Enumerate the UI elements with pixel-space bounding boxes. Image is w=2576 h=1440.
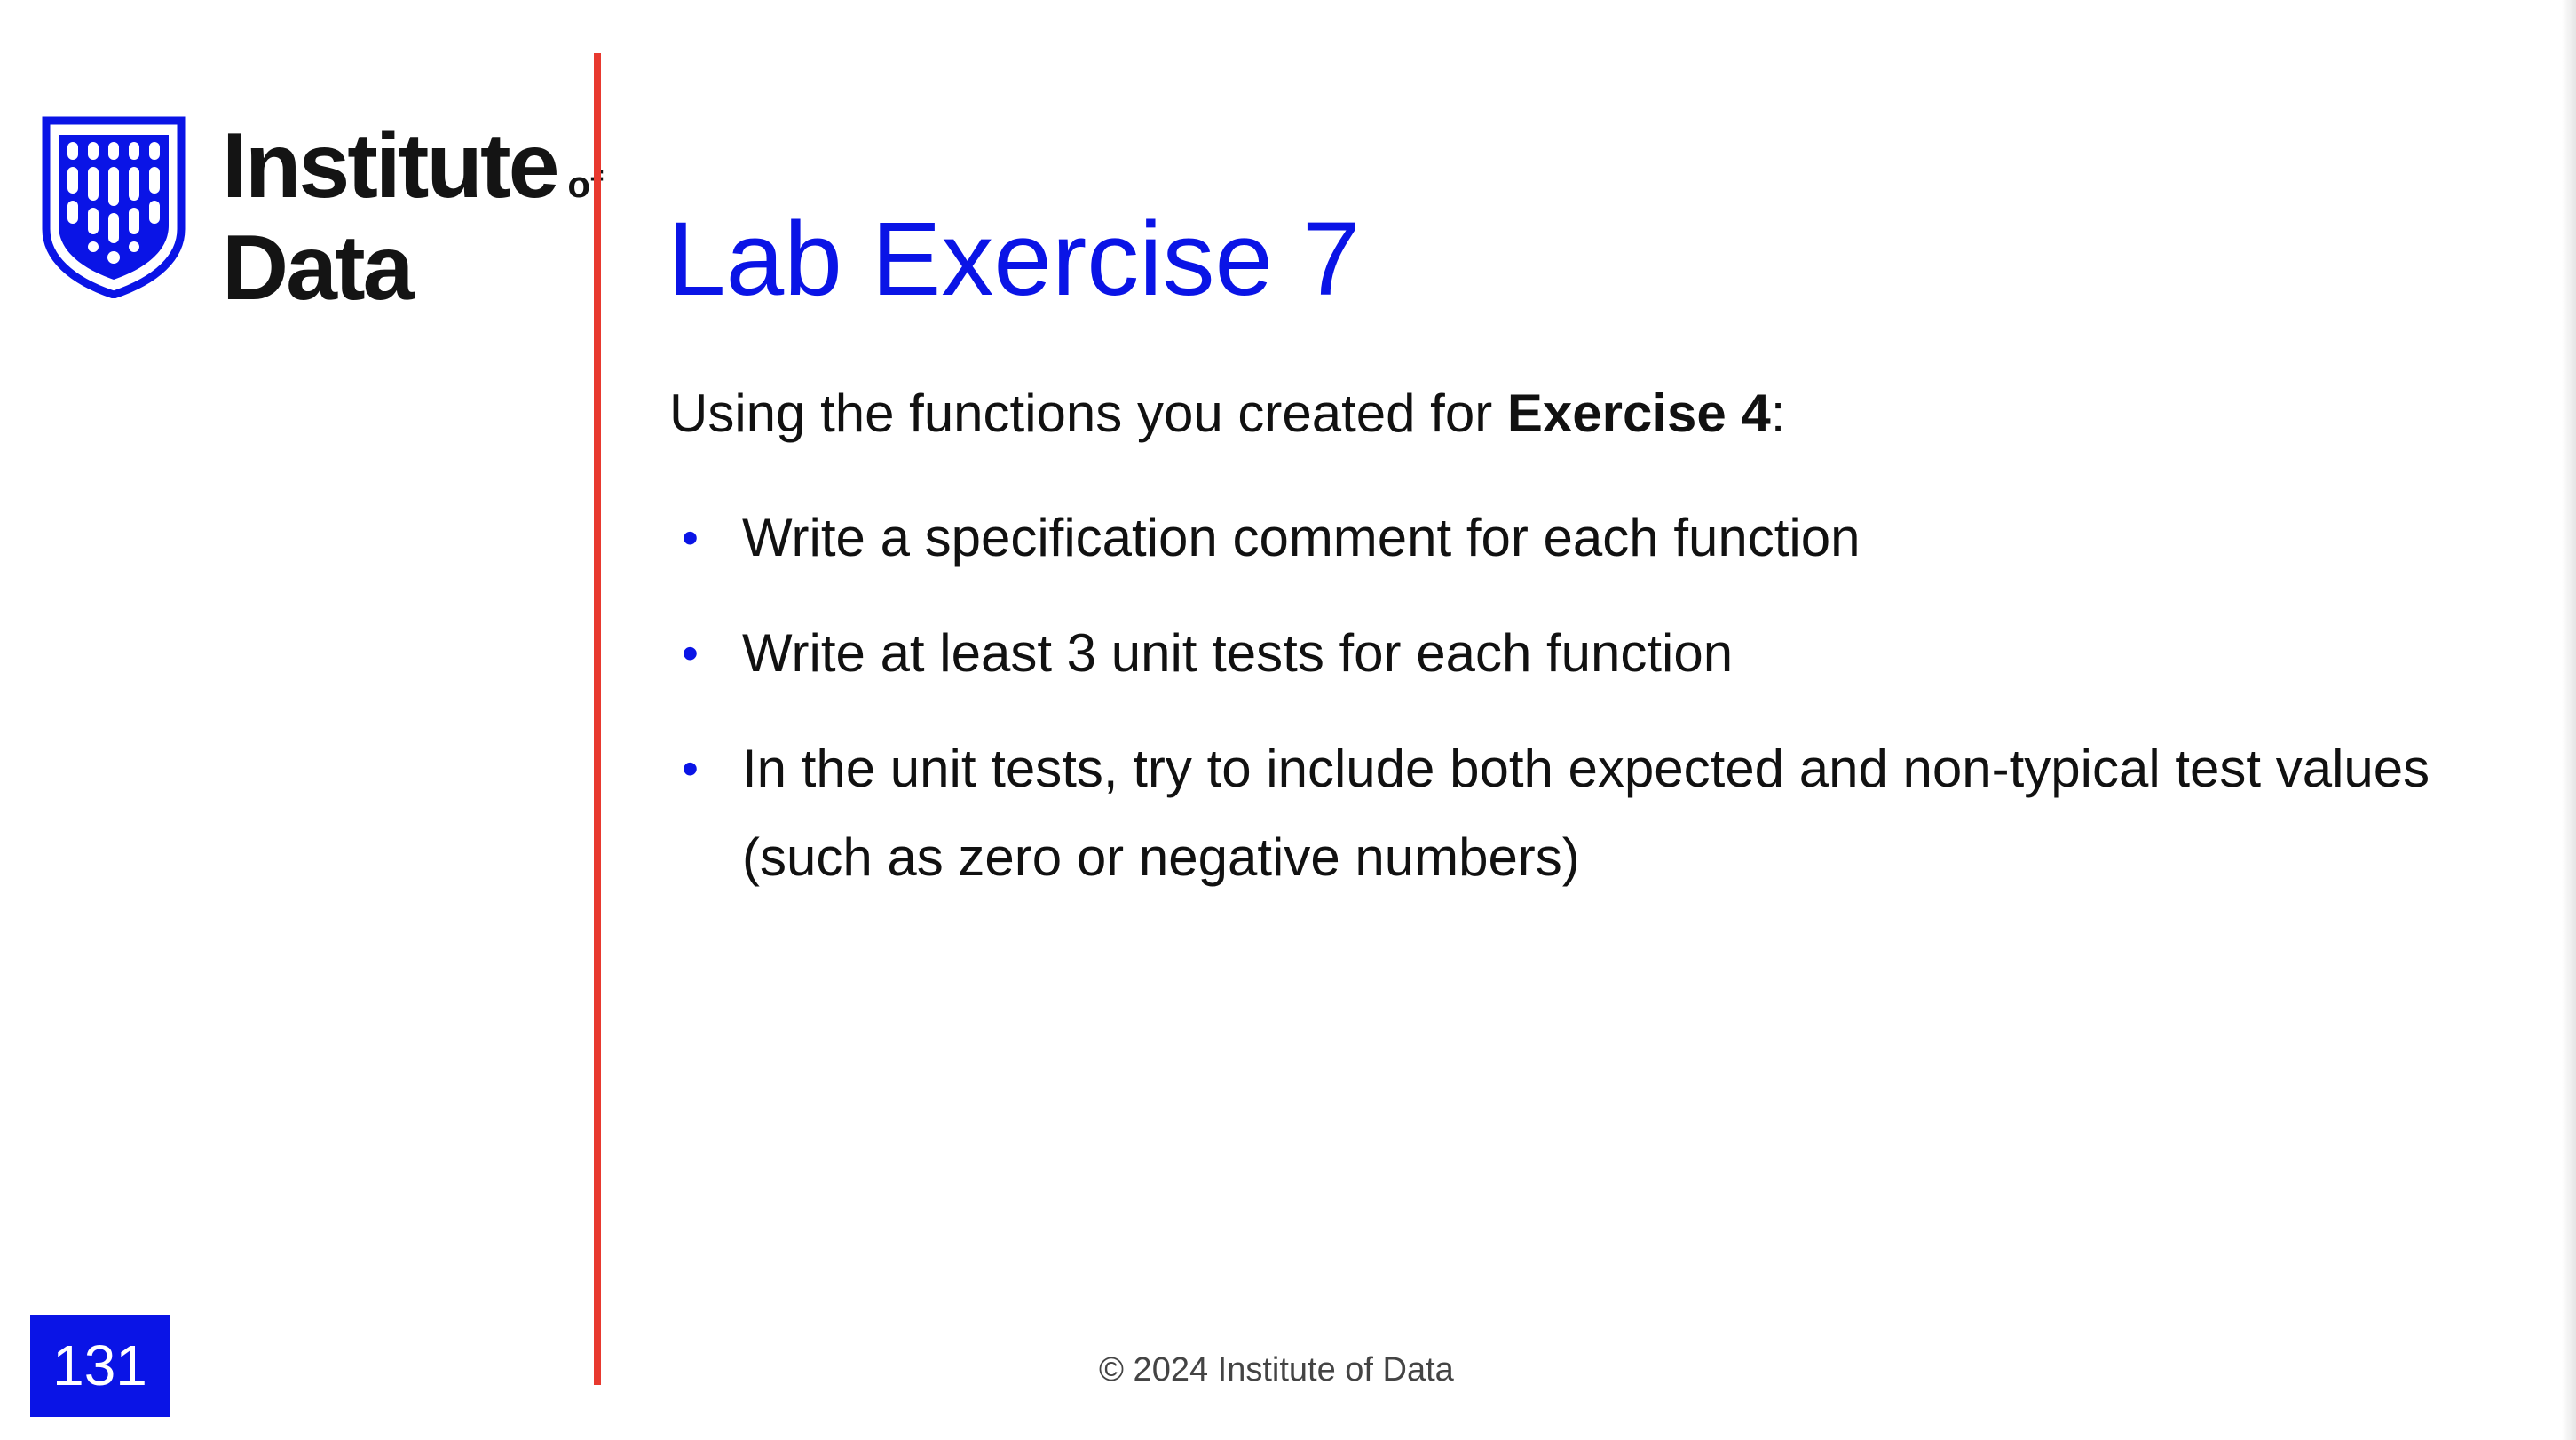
logo-line-1: Institute of	[222, 120, 603, 226]
intro-bold: Exercise 4	[1506, 384, 1771, 443]
logo-word-institute: Institute	[222, 115, 559, 218]
bullet-item: • In the unit tests, try to include both…	[669, 724, 2498, 902]
slide-number-badge: 131	[30, 1315, 170, 1417]
intro-text: Using the functions you created for Exer…	[669, 378, 1785, 449]
logo-wordmark: Institute of Data	[222, 120, 603, 320]
intro-prefix: Using the functions you created for	[669, 384, 1507, 443]
bullet-list: • Write a specification comment for each…	[669, 494, 2498, 929]
slide-edge-shadow	[2562, 0, 2576, 1440]
bullet-text: Write a specification comment for each f…	[742, 508, 1861, 567]
bullet-text: Write at least 3 unit tests for each fun…	[742, 623, 1734, 683]
intro-suffix: :	[1770, 384, 1786, 443]
footer-copyright: © 2024 Institute of Data	[1099, 1351, 1454, 1389]
bullet-item: • Write a specification comment for each…	[669, 494, 2498, 582]
bullet-item: • Write at least 3 unit tests for each f…	[669, 609, 2498, 698]
bullet-dot-icon: •	[682, 742, 699, 795]
bullet-text: In the unit tests, try to include both e…	[742, 739, 2430, 887]
bullet-dot-icon: •	[682, 627, 699, 680]
slide-title: Lab Exercise 7	[668, 201, 1361, 318]
bullet-dot-icon: •	[682, 511, 699, 565]
institute-of-data-logo: Institute of Data	[41, 115, 603, 314]
vertical-divider	[594, 53, 601, 1385]
shield-logo-icon	[42, 116, 186, 298]
logo-word-data: Data	[222, 217, 414, 320]
